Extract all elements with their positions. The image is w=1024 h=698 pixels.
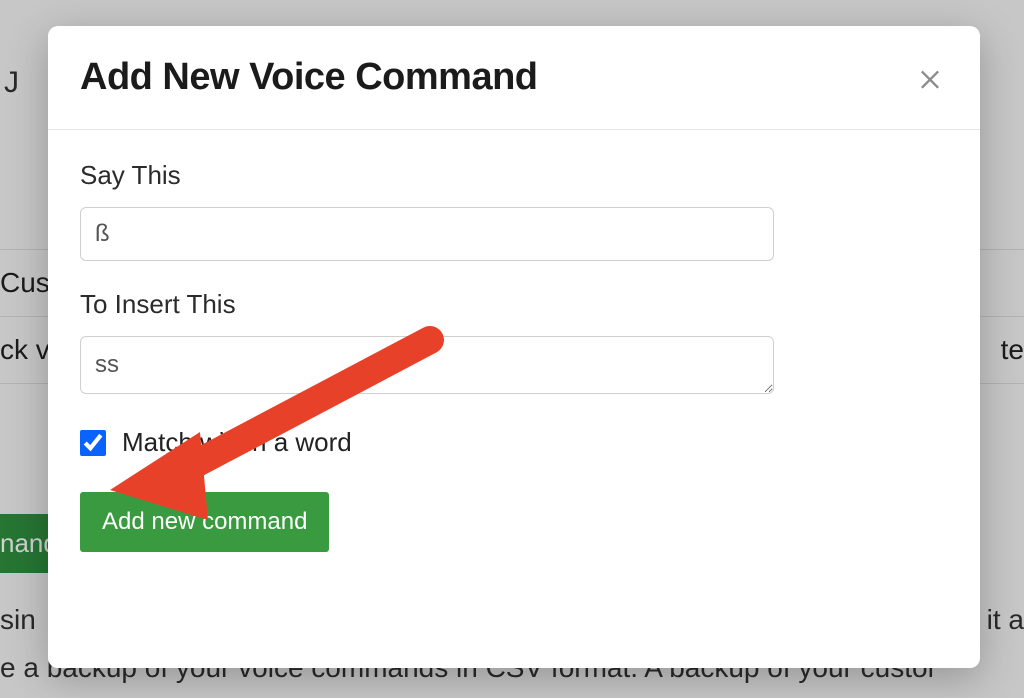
say-this-group: Say This xyxy=(80,160,948,261)
to-insert-group: To Insert This xyxy=(80,289,948,399)
say-this-input[interactable] xyxy=(80,207,774,261)
add-voice-command-modal: Add New Voice Command Say This To Insert… xyxy=(48,26,980,668)
modal-header: Add New Voice Command xyxy=(48,26,980,130)
modal-body: Say This To Insert This Match within a w… xyxy=(48,130,980,668)
match-within-checkbox[interactable] xyxy=(80,430,106,456)
add-new-command-button[interactable]: Add new command xyxy=(80,492,329,552)
to-insert-label: To Insert This xyxy=(80,289,948,320)
say-this-label: Say This xyxy=(80,160,948,191)
close-button[interactable] xyxy=(912,60,948,96)
match-within-label[interactable]: Match within a word xyxy=(122,427,352,458)
close-icon xyxy=(916,64,944,92)
modal-title: Add New Voice Command xyxy=(80,56,538,99)
to-insert-textarea[interactable] xyxy=(80,336,774,394)
match-within-row: Match within a word xyxy=(80,427,948,458)
